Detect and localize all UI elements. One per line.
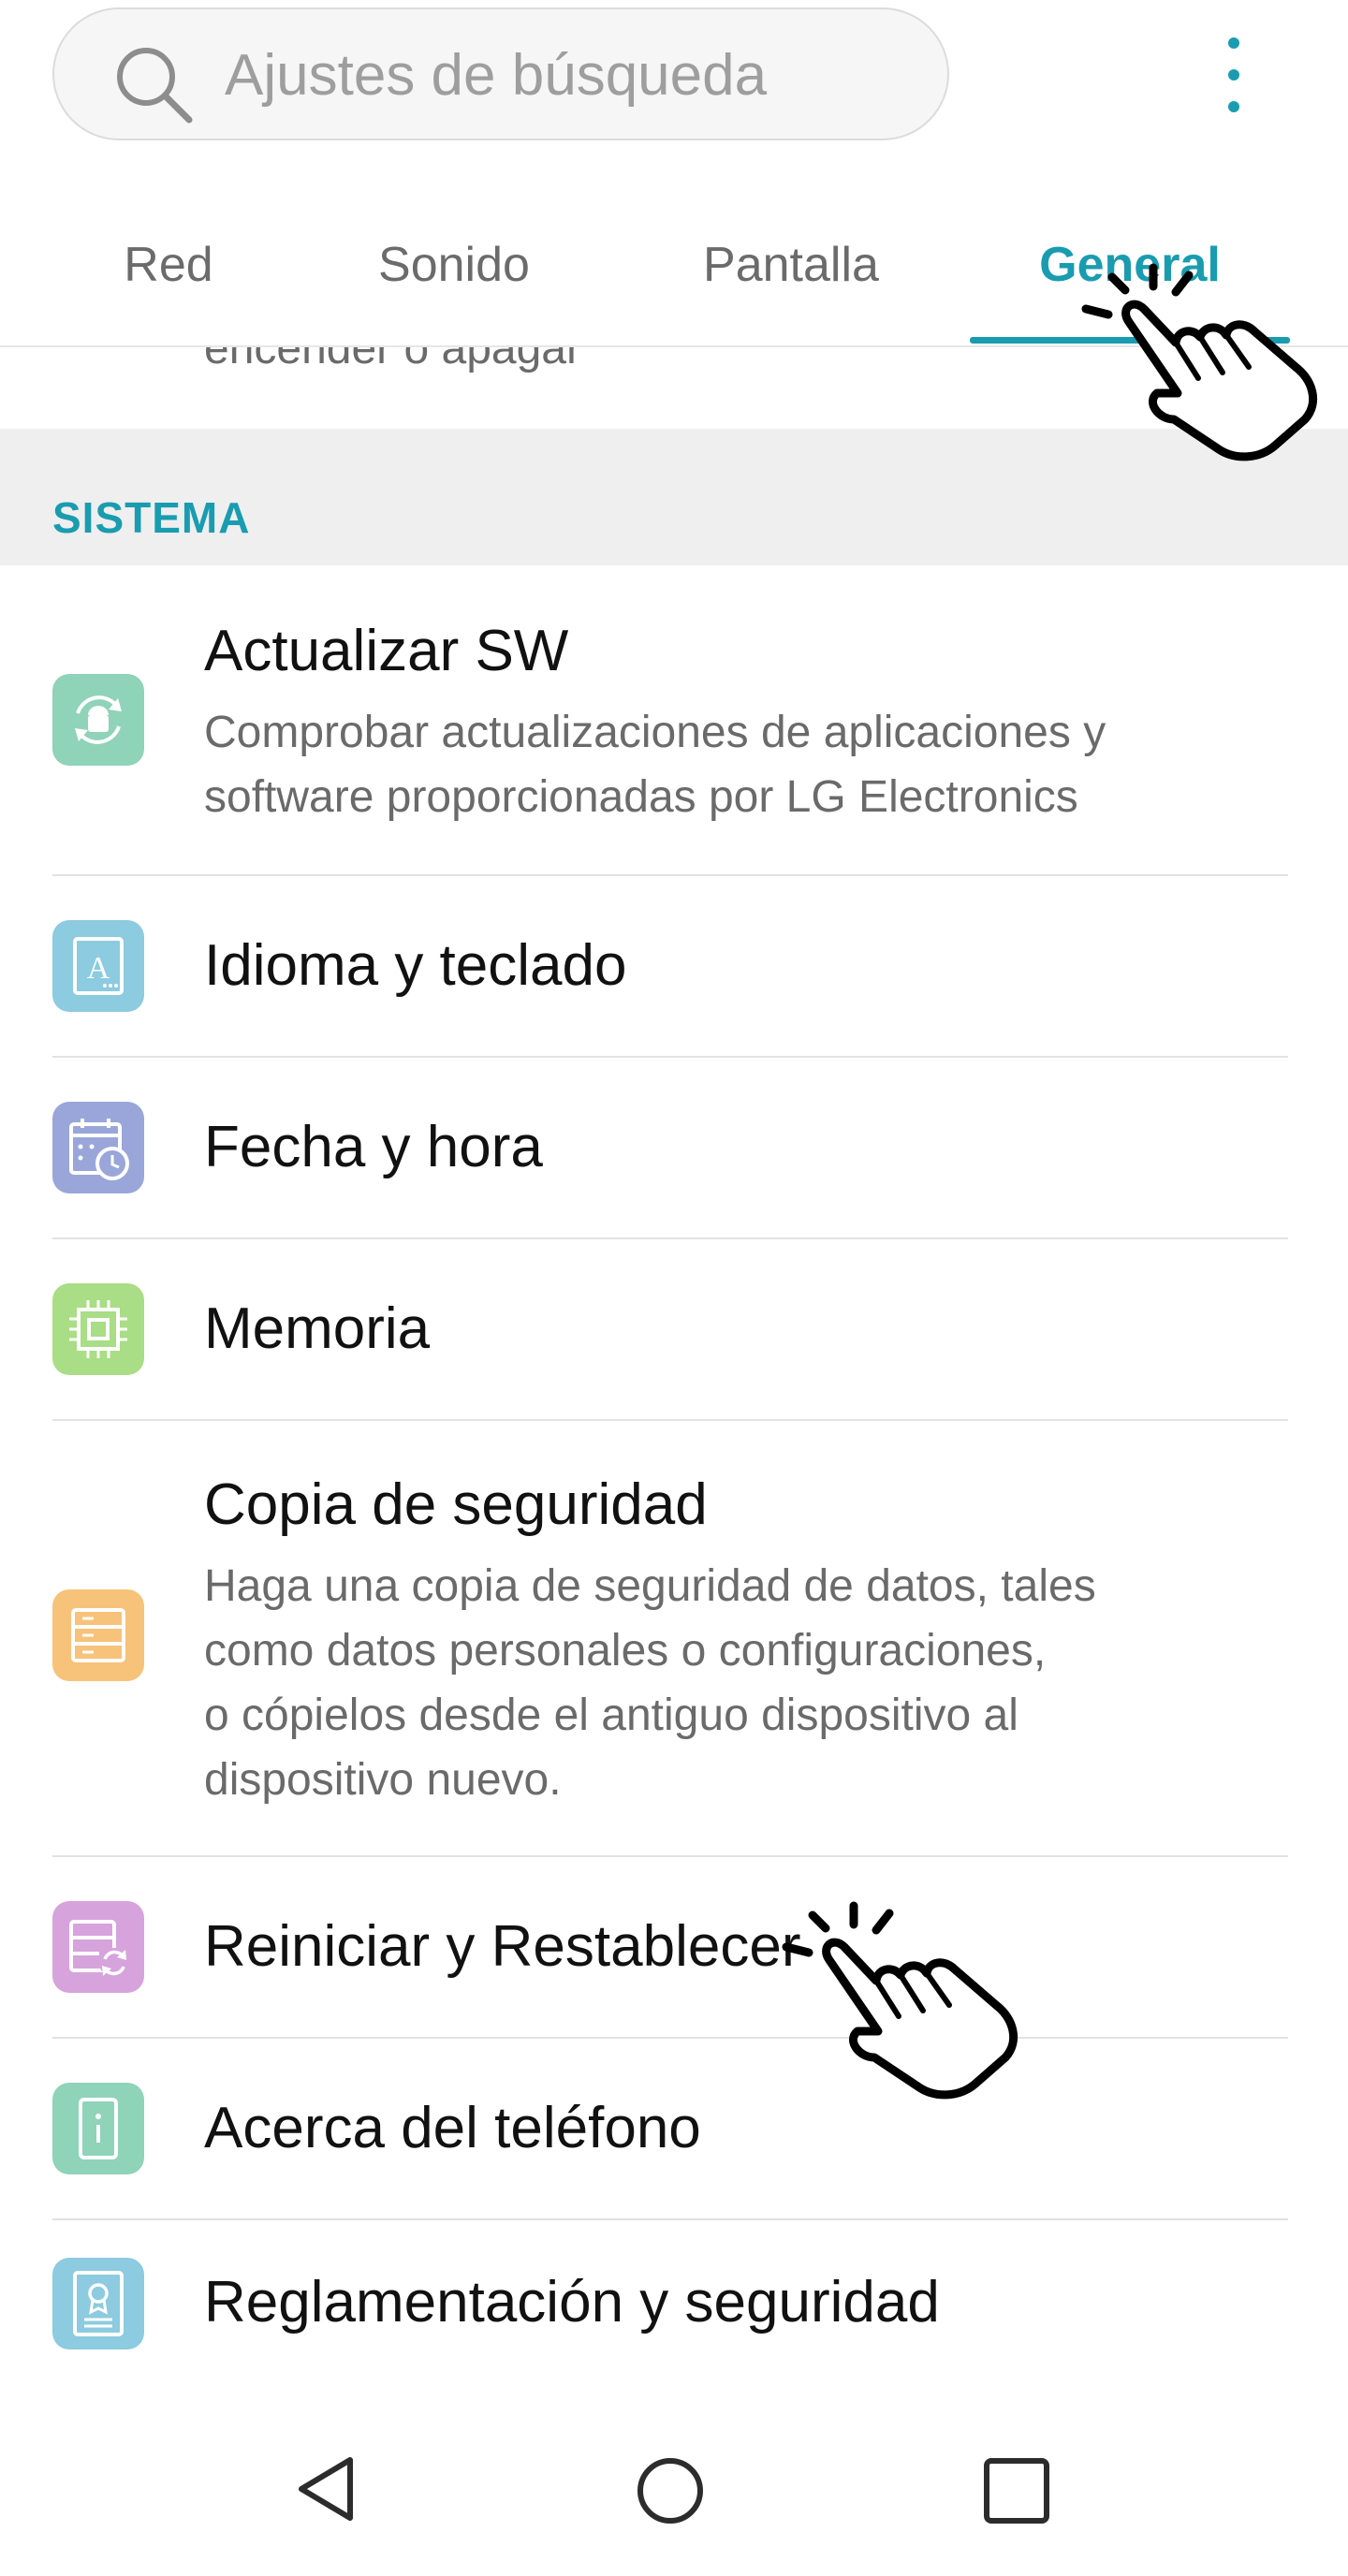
item-title: Reiniciar y Restablecer <box>204 1914 801 1979</box>
list-item-reglamentacion-seguridad[interactable]: Reglamentación y seguridad <box>0 2220 1348 2400</box>
item-title: Idioma y teclado <box>204 933 627 998</box>
search-icon <box>117 48 193 124</box>
tap-hand-icon <box>1081 263 1318 461</box>
reset-icon <box>52 1901 144 1993</box>
search-placeholder: Ajustes de búsqueda <box>225 43 768 108</box>
tab-sonido[interactable]: Sonido <box>346 215 562 346</box>
item-title: Memoria <box>204 1296 431 1361</box>
item-description-line-4: dispositivo nuevo. <box>204 1755 562 1805</box>
item-title: Actualizar SW <box>204 619 569 683</box>
back-icon[interactable] <box>249 2415 399 2576</box>
item-title: Fecha y hora <box>204 1115 543 1179</box>
list-item-idioma-teclado[interactable]: A Idioma y teclado <box>0 876 1348 1056</box>
item-description-line-2: como datos personales o configuraciones, <box>204 1626 1047 1676</box>
tab-red[interactable]: Red <box>75 215 262 346</box>
recents-icon[interactable] <box>942 2415 1092 2576</box>
calendar-clock-icon <box>52 1102 144 1193</box>
list-item-actualizar-sw[interactable]: Actualizar SW Comprobar actualizaciones … <box>0 565 1348 874</box>
item-description-line-1: Comprobar actualizaciones de aplicacione… <box>204 708 1106 757</box>
item-title: Copia de seguridad <box>204 1472 708 1537</box>
list-item-reiniciar-restablecer[interactable]: Reiniciar y Restablecer <box>0 1857 1348 2037</box>
list-item-memoria[interactable]: Memoria <box>0 1239 1348 1419</box>
search-field[interactable]: Ajustes de búsqueda <box>52 7 949 140</box>
item-description-line-2: software proporcionadas por LG Electroni… <box>204 772 1078 822</box>
tab-pantalla[interactable]: Pantalla <box>665 215 917 346</box>
item-title: Acerca del teléfono <box>204 2096 701 2160</box>
language-keyboard-icon: A <box>52 920 144 1012</box>
svg-text:A: A <box>87 951 110 986</box>
item-title: Reglamentación y seguridad <box>204 2270 940 2334</box>
navigation-bar <box>0 2415 1348 2576</box>
list-item-fecha-hora[interactable]: Fecha y hora <box>0 1058 1348 1237</box>
software-update-icon <box>52 674 144 766</box>
list-item-acerca-telefono[interactable]: Acerca del teléfono <box>0 2039 1348 2218</box>
list-item-copia-seguridad[interactable]: Copia de seguridad Haga una copia de seg… <box>0 1421 1348 1855</box>
tap-hand-icon <box>782 1901 1018 2100</box>
certificate-icon <box>52 2258 144 2349</box>
home-icon[interactable] <box>595 2415 745 2576</box>
more-options-icon[interactable] <box>1206 34 1262 118</box>
backup-icon <box>52 1589 144 1681</box>
memory-chip-icon <box>52 1283 144 1375</box>
item-description-line-1: Haga una copia de seguridad de datos, ta… <box>204 1561 1096 1611</box>
info-icon <box>52 2083 144 2174</box>
section-title: SISTEMA <box>52 493 251 542</box>
item-description-line-3: o cópielos desde el antiguo dispositivo … <box>204 1690 1018 1740</box>
